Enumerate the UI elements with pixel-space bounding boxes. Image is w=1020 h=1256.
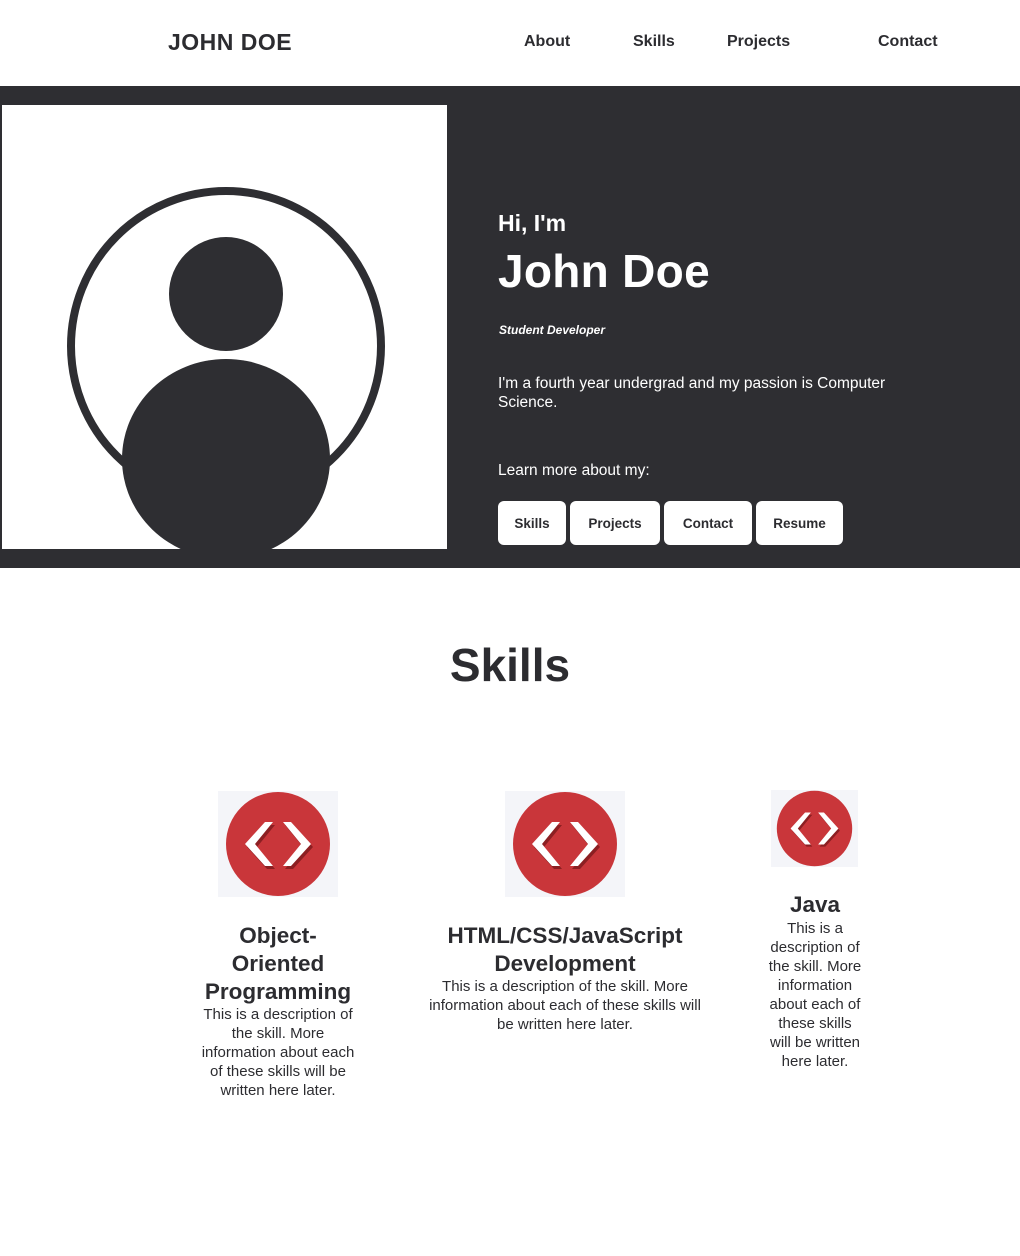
brand-logo-text[interactable]: JOHN DOE (168, 29, 292, 56)
hero-role: Student Developer (499, 323, 606, 337)
code-icon (513, 792, 617, 896)
skills-section-title: Skills (449, 639, 571, 691)
skill-card-icon (218, 791, 338, 897)
skill-name: HTML/CSS/JavaScript Development (447, 923, 683, 976)
nav-link-projects[interactable]: Projects (727, 33, 790, 51)
hero-bio: I'm a fourth year undergrad and my passi… (498, 375, 886, 411)
hero-section: Hi, I'm John Doe Student Developer I'm a… (0, 86, 1020, 568)
nav-link-skills[interactable]: Skills (633, 33, 675, 51)
skill-name: Object-Oriented Programming (204, 923, 352, 1004)
code-icon (776, 790, 853, 867)
contact-button[interactable]: Contact (664, 501, 752, 545)
skill-card-icon (771, 790, 858, 867)
resume-button[interactable]: Resume (756, 501, 843, 545)
skills-button[interactable]: Skills (498, 501, 566, 545)
hero-name: John Doe (498, 245, 710, 297)
nav-link-contact[interactable]: Contact (878, 33, 938, 51)
hero-greeting: Hi, I'm (498, 210, 567, 236)
skill-card-icon (505, 791, 625, 897)
nav-link-about[interactable]: About (524, 33, 570, 51)
hero-learn-more-label: Learn more about my: (498, 462, 650, 479)
user-profile-icon (67, 187, 385, 549)
projects-button[interactable]: Projects (570, 501, 660, 545)
site-header: JOHN DOE About Skills Projects Contact (0, 0, 1020, 86)
skill-name: Java (789, 892, 841, 917)
skill-description: This is a description of the skill. More… (201, 1006, 355, 1099)
avatar-panel (2, 105, 447, 549)
skill-description: This is a description of the skill. More… (768, 920, 862, 1070)
code-icon (226, 792, 330, 896)
skill-description: This is a description of the skill. More… (429, 978, 701, 1033)
